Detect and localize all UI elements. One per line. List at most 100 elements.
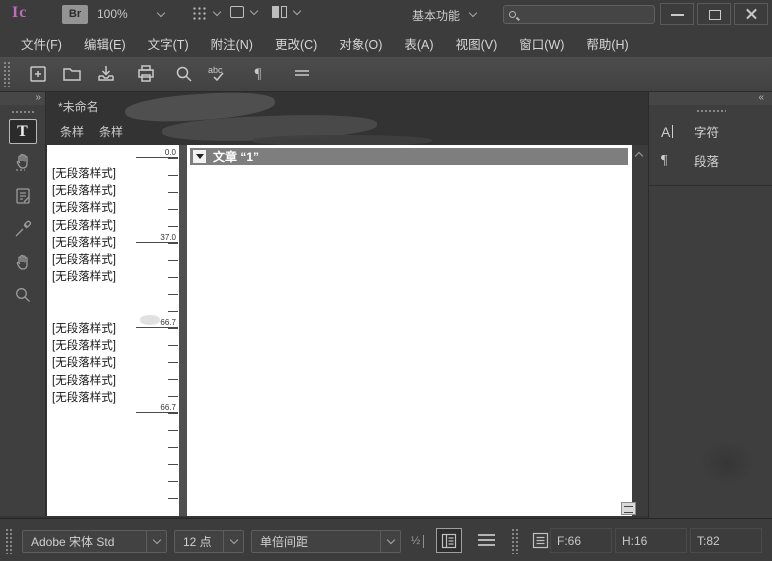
statusbar-grip-handle[interactable] xyxy=(511,528,519,554)
menu-item[interactable]: 视图(V) xyxy=(445,34,509,53)
print-icon xyxy=(135,63,157,85)
open-button[interactable] xyxy=(55,60,89,88)
leading-dropdown[interactable]: 单倍间距 xyxy=(251,530,401,553)
hand-tool-button[interactable] xyxy=(0,245,46,278)
paragraph-style-label[interactable]: [无段落样式] xyxy=(52,200,172,217)
paragraph-style-label[interactable]: [无段落样式] xyxy=(52,373,172,390)
zoom-level-dropdown[interactable]: 100% xyxy=(97,7,128,21)
copyfit-info-icon[interactable] xyxy=(530,531,550,550)
menu-item[interactable]: 附注(N) xyxy=(200,34,264,53)
find-button[interactable] xyxy=(167,60,201,88)
paragraph-style-list: [无段落样式][无段落样式][无段落样式][无段落样式][无段落样式][无段落样… xyxy=(52,166,172,286)
paragraph-panel-button[interactable]: ¶ 段落 xyxy=(649,146,772,175)
toolbar-menu-button[interactable] xyxy=(285,60,319,88)
document-tab[interactable]: *未命名 xyxy=(58,98,99,115)
depth-ruler-mark: 0.0 xyxy=(136,148,178,158)
depth-ruler-mark: 37.0 xyxy=(136,233,178,243)
search-box[interactable] xyxy=(503,5,655,24)
paragraph-style-label[interactable]: [无段落样式] xyxy=(52,183,172,200)
dock-grip-handle[interactable] xyxy=(696,109,726,114)
screen-mode-dropdown[interactable] xyxy=(272,6,300,18)
toolbar-grip-handle[interactable] xyxy=(3,61,11,87)
paragraph-style-label[interactable]: [无段落样式] xyxy=(52,166,172,183)
print-button[interactable] xyxy=(129,60,163,88)
menu-item[interactable]: 对象(O) xyxy=(328,34,393,53)
search-icon xyxy=(173,63,195,85)
menu-item[interactable]: 更改(C) xyxy=(264,34,328,53)
tab-galley-2[interactable]: 条样 xyxy=(99,123,123,140)
type-tool-button[interactable]: T xyxy=(9,119,37,144)
frame-options-dropdown[interactable] xyxy=(230,6,257,18)
workspace-switcher[interactable]: 基本功能 xyxy=(412,7,460,24)
new-document-icon xyxy=(27,63,49,85)
font-family-dropdown[interactable]: Adobe 宋体 Std xyxy=(22,530,167,553)
zoom-chevron-down-icon[interactable] xyxy=(157,9,165,17)
font-size-dropdown[interactable]: 12 点 xyxy=(174,530,244,553)
status-bar: Adobe 宋体 Std 12 点 单倍间距 ½ F:66 H:16 T:82 xyxy=(0,518,772,561)
character-panel-button[interactable]: A 字符 xyxy=(649,117,772,146)
paragraph-style-list: [无段落样式][无段落样式][无段落样式][无段落样式][无段落样式] xyxy=(52,321,172,407)
title-bar: Ic Br 100% 基本功能 xyxy=(0,0,772,29)
info-column-icon xyxy=(441,533,457,549)
menu-item[interactable]: 编辑(E) xyxy=(73,34,137,53)
tab-galley[interactable]: 条样 xyxy=(60,123,84,140)
resize-grip-icon[interactable] xyxy=(621,502,636,515)
note-tool-button[interactable] xyxy=(0,179,46,212)
bridge-button[interactable]: Br xyxy=(62,5,88,24)
tools-panel-header[interactable]: » xyxy=(0,92,45,105)
menu-item[interactable]: 文字(T) xyxy=(137,34,200,53)
zoom-tool-button[interactable] xyxy=(0,278,46,311)
position-tool-icon xyxy=(12,151,34,175)
view-options-dropdown[interactable] xyxy=(192,6,220,20)
spell-check-button[interactable]: abc xyxy=(201,60,235,88)
statusbar-grip-handle[interactable] xyxy=(5,528,13,554)
close-button[interactable] xyxy=(734,3,768,25)
paragraph-icon: ¶ xyxy=(661,153,685,169)
dropdown-arrow[interactable] xyxy=(146,531,166,552)
story-title: 文章 “1” xyxy=(213,148,259,165)
superscript-toggle-icon[interactable]: ½ xyxy=(411,535,424,548)
collapse-panel-icon[interactable]: « xyxy=(758,92,764,103)
character-panel-label: 字符 xyxy=(694,122,719,141)
show-hidden-characters-icon: ¶ xyxy=(255,66,262,83)
show-hidden-characters-button[interactable]: ¶ xyxy=(241,60,275,88)
right-dock-panel: « A 字符 ¶ 段落 xyxy=(648,92,772,518)
depth-ruler-mark: 66.7 xyxy=(136,403,178,413)
save-button[interactable] xyxy=(89,60,123,88)
menu-item[interactable]: 表(A) xyxy=(393,34,444,53)
depth-ruler-bar[interactable] xyxy=(179,145,187,516)
layout-panes-icon xyxy=(272,6,287,18)
expand-panel-icon[interactable]: » xyxy=(35,92,41,103)
search-input[interactable] xyxy=(520,8,649,22)
paragraph-style-label[interactable]: [无段落样式] xyxy=(52,252,172,269)
menu-item[interactable]: 文件(F) xyxy=(10,34,73,53)
collapse-story-control[interactable] xyxy=(193,150,206,163)
leading-value: 单倍间距 xyxy=(252,533,380,550)
new-document-button[interactable] xyxy=(21,60,55,88)
copyfit-icon xyxy=(532,532,549,549)
type-tool-icon: T xyxy=(17,123,28,141)
scroll-up-icon[interactable] xyxy=(635,152,643,160)
paragraph-style-label[interactable]: [无段落样式] xyxy=(52,338,172,355)
chevron-down-icon xyxy=(293,6,301,14)
tools-grip-handle[interactable] xyxy=(11,110,35,115)
statusbar-menu-icon[interactable] xyxy=(478,534,495,549)
position-tool-button[interactable] xyxy=(0,146,46,179)
dropdown-arrow[interactable] xyxy=(380,531,400,552)
info-column-toggle-button[interactable] xyxy=(436,528,462,553)
paragraph-style-label[interactable]: [无段落样式] xyxy=(52,269,172,286)
workspace-chevron-down-icon[interactable] xyxy=(469,9,477,17)
view-tab-bar: 条样 条样 xyxy=(60,123,123,140)
menu-item[interactable]: 帮助(H) xyxy=(575,34,639,53)
minimize-button[interactable] xyxy=(660,3,694,25)
dropdown-arrow[interactable] xyxy=(223,531,243,552)
paragraph-style-label[interactable]: [无段落样式] xyxy=(52,355,172,372)
smudge-artifact xyxy=(689,432,765,494)
dock-header[interactable]: « xyxy=(649,92,772,105)
menu-item[interactable]: 窗口(W) xyxy=(508,34,575,53)
eyedropper-tool-button[interactable] xyxy=(0,212,46,245)
story-editor-area[interactable]: 文章 “1” xyxy=(187,145,632,516)
story-scrollbar[interactable] xyxy=(632,145,648,516)
maximize-button[interactable] xyxy=(697,3,731,25)
story-header-bar[interactable]: 文章 “1” xyxy=(190,148,628,165)
